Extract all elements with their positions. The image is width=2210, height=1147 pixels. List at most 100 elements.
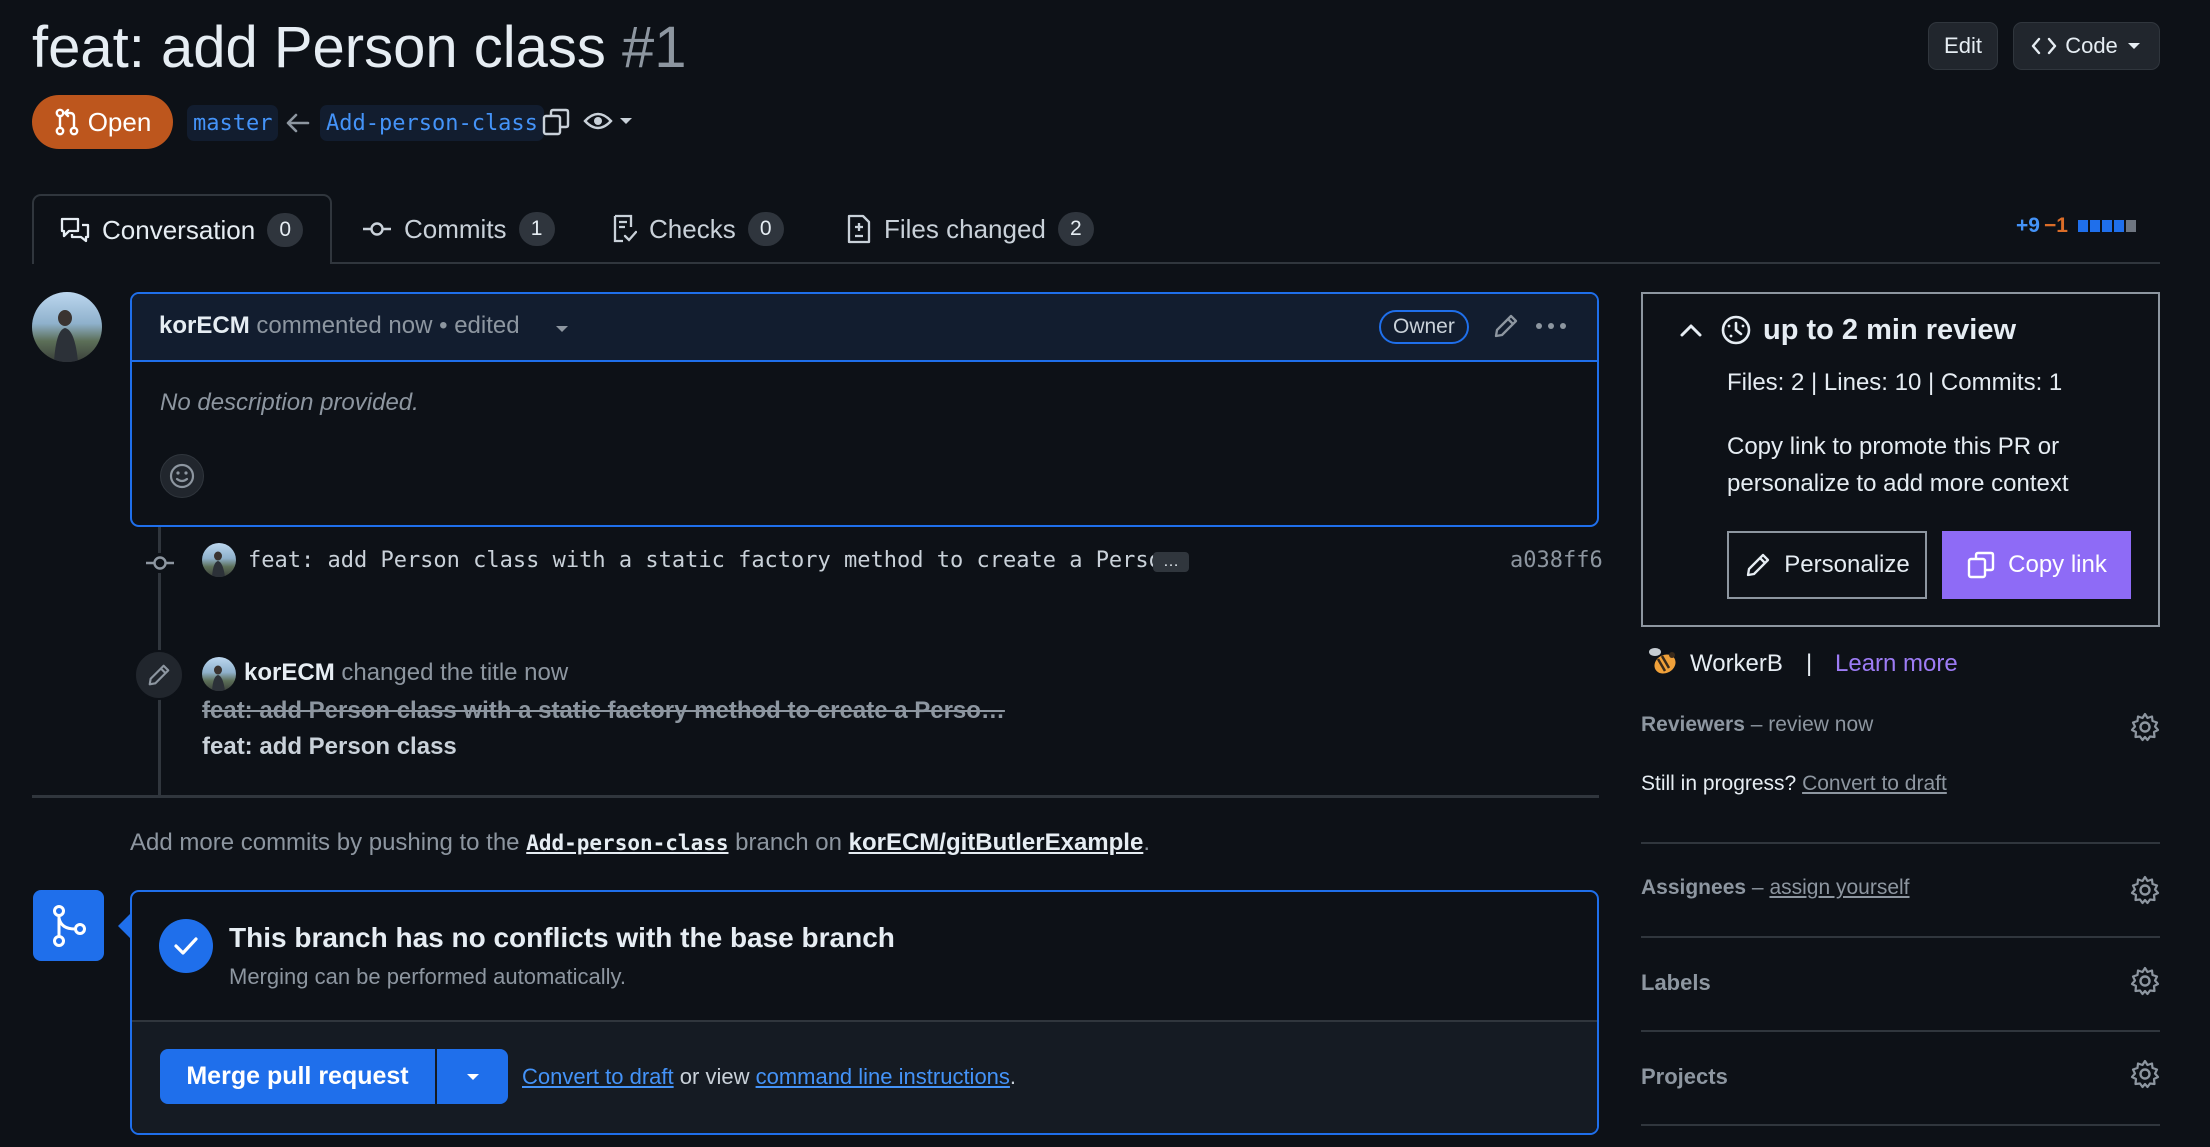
comment-author[interactable]: korECM bbox=[159, 312, 250, 339]
rename-meta: korECM changed the title now bbox=[244, 659, 568, 687]
git-commit-icon bbox=[145, 553, 175, 573]
pencil-icon bbox=[146, 662, 172, 688]
file-diff-icon bbox=[846, 214, 872, 244]
push-hint-middle: branch on bbox=[735, 829, 842, 856]
tab-label: Conversation bbox=[102, 214, 256, 245]
diffstat-bar bbox=[2077, 220, 2136, 232]
new-title: feat: add Person class bbox=[202, 733, 457, 760]
push-hint-prefix: Add more commits by pushing to the bbox=[130, 829, 520, 856]
convert-to-draft-link[interactable]: Convert to draft bbox=[522, 1064, 674, 1089]
copy-icon bbox=[1966, 550, 1996, 580]
assign-yourself-link[interactable]: assign yourself bbox=[1769, 876, 1909, 899]
copy-link-button[interactable]: Copy link bbox=[1942, 531, 2131, 599]
learn-more-link[interactable]: Learn more bbox=[1835, 650, 1958, 678]
pr-state-badge: Open bbox=[32, 95, 173, 149]
push-hint-repo[interactable]: korECM/gitButlerExample bbox=[849, 829, 1144, 856]
tab-divider bbox=[32, 262, 2160, 264]
code-button-label: Code bbox=[2065, 33, 2118, 58]
comment-header: korECM commented now • edited Owner bbox=[132, 294, 1597, 362]
review-card: up to 2 min review Files: 2 | Lines: 10 … bbox=[1641, 292, 2160, 627]
tab-count: 1 bbox=[518, 212, 555, 246]
sidebar-convert-to-draft-link[interactable]: Convert to draft bbox=[1802, 772, 1947, 795]
pr-state-label: Open bbox=[87, 106, 152, 137]
merge-method-dropdown[interactable] bbox=[437, 1049, 508, 1104]
gear-icon[interactable] bbox=[2130, 966, 2160, 996]
copy-branch-icon[interactable] bbox=[541, 107, 571, 137]
brand-separator: | bbox=[1806, 650, 1813, 677]
review-card-title: up to 2 min review bbox=[1763, 314, 2016, 346]
eye-icon bbox=[583, 110, 613, 132]
projects-heading[interactable]: Projects bbox=[1641, 1064, 1728, 1090]
caret-down-icon bbox=[619, 116, 633, 126]
gear-icon[interactable] bbox=[2130, 1059, 2160, 1089]
merge-footer-period: . bbox=[1009, 1064, 1017, 1089]
tab-count: 0 bbox=[747, 212, 784, 246]
code-icon bbox=[2031, 36, 2057, 56]
reviewers-value: – review now bbox=[1750, 713, 1874, 736]
smiley-icon bbox=[168, 462, 196, 490]
gear-icon[interactable] bbox=[2130, 875, 2160, 905]
bee-logo-icon bbox=[1645, 643, 1681, 679]
pencil-icon[interactable] bbox=[1492, 312, 1520, 340]
avatar[interactable] bbox=[202, 543, 236, 577]
merge-pull-request-button[interactable]: Merge pull request bbox=[160, 1049, 435, 1104]
command-line-instructions-link[interactable]: command line instructions bbox=[756, 1064, 1010, 1089]
avatar[interactable] bbox=[202, 657, 236, 691]
rename-action: changed the title now bbox=[341, 659, 569, 686]
rename-event-badge bbox=[134, 650, 184, 700]
sidebar-divider bbox=[1641, 1030, 2160, 1032]
diffstat: +9 −1 bbox=[2016, 214, 2136, 238]
reviewers-label: Reviewers bbox=[1641, 713, 1745, 736]
add-reaction-button[interactable] bbox=[160, 454, 204, 498]
pr-title-text: feat: add Person class bbox=[32, 15, 606, 80]
tab-label: Commits bbox=[404, 213, 507, 244]
assignees-dash: – bbox=[1751, 876, 1764, 899]
code-button[interactable]: Code bbox=[2013, 22, 2160, 70]
review-card-stats: Files: 2 | Lines: 10 | Commits: 1 bbox=[1727, 369, 2063, 396]
review-card-desc-2: personalize to add more context bbox=[1727, 470, 2069, 497]
tab-checks[interactable]: Checks 0 bbox=[611, 194, 784, 264]
sidebar-divider bbox=[1641, 936, 2160, 938]
edited-dropdown[interactable]: • edited bbox=[439, 312, 519, 339]
review-card-desc-1: Copy link to promote this PR or bbox=[1727, 433, 2060, 460]
rename-author[interactable]: korECM bbox=[244, 659, 335, 686]
sidebar-divider bbox=[1641, 842, 2160, 844]
comment-action: commented now bbox=[256, 312, 433, 339]
comment-body: No description provided. bbox=[160, 389, 419, 416]
tab-commits[interactable]: Commits 1 bbox=[362, 194, 555, 264]
labels-heading[interactable]: Labels bbox=[1641, 970, 1711, 996]
tab-files-changed[interactable]: Files changed 2 bbox=[846, 194, 1094, 264]
chevron-up-icon[interactable] bbox=[1679, 322, 1703, 338]
commit-sha[interactable]: a038ff6 bbox=[1510, 548, 1603, 573]
pr-number: #1 bbox=[622, 15, 687, 80]
base-branch[interactable]: master bbox=[187, 105, 279, 141]
tab-label: Files changed bbox=[884, 213, 1046, 244]
merge-footer: Merge pull request Convert to draft or v… bbox=[132, 1020, 1597, 1133]
tab-conversation[interactable]: Conversation 0 bbox=[32, 194, 332, 264]
progress-question: Still in progress? bbox=[1641, 772, 1797, 795]
arrow-left-icon bbox=[284, 110, 312, 136]
commit-message[interactable]: feat: add Person class with a static fac… bbox=[248, 548, 1175, 573]
assignees-heading[interactable]: Assignees – assign yourself bbox=[1641, 876, 1910, 900]
push-hint-suffix: . bbox=[1143, 829, 1150, 856]
check-icon bbox=[173, 935, 199, 957]
assignees-label: Assignees bbox=[1641, 876, 1747, 899]
edit-button[interactable]: Edit bbox=[1928, 22, 1998, 70]
comment-discussion-icon bbox=[60, 216, 90, 244]
head-branch[interactable]: Add-person-class bbox=[320, 105, 544, 141]
personalize-label: Personalize bbox=[1784, 551, 1910, 578]
comment-meta: korECM commented now • edited bbox=[159, 312, 520, 340]
expand-commit-button[interactable]: … bbox=[1153, 552, 1189, 572]
merge-title: This branch has no conflicts with the ba… bbox=[229, 922, 895, 953]
merge-footer-links: Convert to draft or view command line in… bbox=[522, 1064, 1016, 1090]
watch-dropdown[interactable] bbox=[583, 110, 633, 132]
reviewers-heading[interactable]: Reviewers – review now bbox=[1641, 713, 1873, 737]
tab-label: Checks bbox=[649, 213, 736, 244]
gear-icon[interactable] bbox=[2130, 712, 2160, 742]
git-merge-icon bbox=[51, 904, 87, 948]
kebab-horizontal-icon[interactable] bbox=[1535, 322, 1567, 330]
push-hint-branch[interactable]: Add-person-class bbox=[526, 831, 728, 855]
avatar[interactable] bbox=[32, 292, 102, 362]
personalize-button[interactable]: Personalize bbox=[1727, 531, 1927, 599]
caret-down-icon[interactable] bbox=[555, 324, 569, 334]
